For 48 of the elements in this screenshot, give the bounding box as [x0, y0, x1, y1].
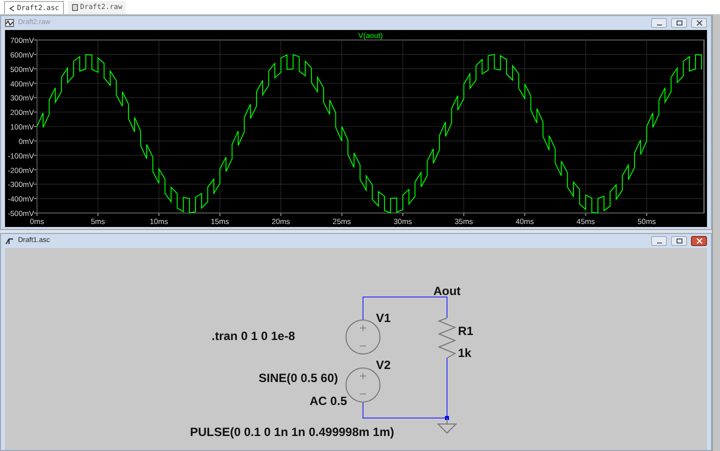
- tick-mark: [280, 212, 282, 216]
- spice-directive: .tran 0 1 0 1e-8: [212, 329, 295, 343]
- scrollbar[interactable]: [712, 15, 720, 451]
- tick-mark: [341, 212, 342, 216]
- source-parameter: PULSE(0 0.1 0 1n 1n 0.499998m 1m): [190, 425, 394, 439]
- tick-mark: [34, 169, 38, 170]
- resistor-symbol[interactable]: [438, 318, 456, 358]
- tick-mark: [34, 68, 38, 70]
- tick-mark: [97, 212, 98, 216]
- tick-mark: [646, 212, 648, 216]
- component-value: 1k: [458, 346, 472, 360]
- wire[interactable]: [362, 358, 448, 418]
- net-label: Aout: [433, 284, 461, 298]
- voltage-source-symbol[interactable]: [346, 368, 380, 402]
- tick-mark: [34, 184, 38, 185]
- tick-mark: [34, 97, 38, 98]
- close-icon: [696, 20, 702, 26]
- component-name: V2: [376, 358, 391, 372]
- tick-mark: [34, 154, 38, 156]
- minimize-button[interactable]: [651, 18, 667, 28]
- source-parameter: SINE(0 0.5 60): [258, 371, 338, 385]
- tick-mark: [524, 212, 526, 216]
- close-icon: [696, 238, 702, 244]
- tick-mark: [34, 198, 38, 200]
- maximize-icon: [676, 20, 682, 26]
- maximize-icon: [676, 238, 682, 244]
- tick-mark: [463, 212, 464, 216]
- chart-icon: [5, 19, 14, 27]
- tick-mark: [34, 82, 38, 84]
- maximize-button[interactable]: [671, 236, 687, 246]
- tick-mark: [219, 212, 220, 216]
- tick-mark: [34, 140, 38, 142]
- tick-mark: [34, 126, 38, 127]
- tick-mark: [34, 54, 38, 55]
- close-button[interactable]: [691, 18, 707, 28]
- close-button[interactable]: [691, 236, 707, 246]
- tick-mark: [402, 212, 404, 216]
- tick-mark: [34, 112, 38, 113]
- maximize-button[interactable]: [671, 18, 687, 28]
- component-name: V1: [376, 311, 391, 325]
- source-parameter: AC 0.5: [310, 394, 347, 408]
- wire[interactable]: [362, 296, 448, 320]
- ground-symbol[interactable]: [438, 418, 458, 434]
- tick-mark: [585, 212, 586, 216]
- tick-mark: [158, 212, 160, 216]
- minimize-button[interactable]: [651, 236, 667, 246]
- component-name: R1: [458, 324, 474, 338]
- chart-icon: [72, 4, 78, 11]
